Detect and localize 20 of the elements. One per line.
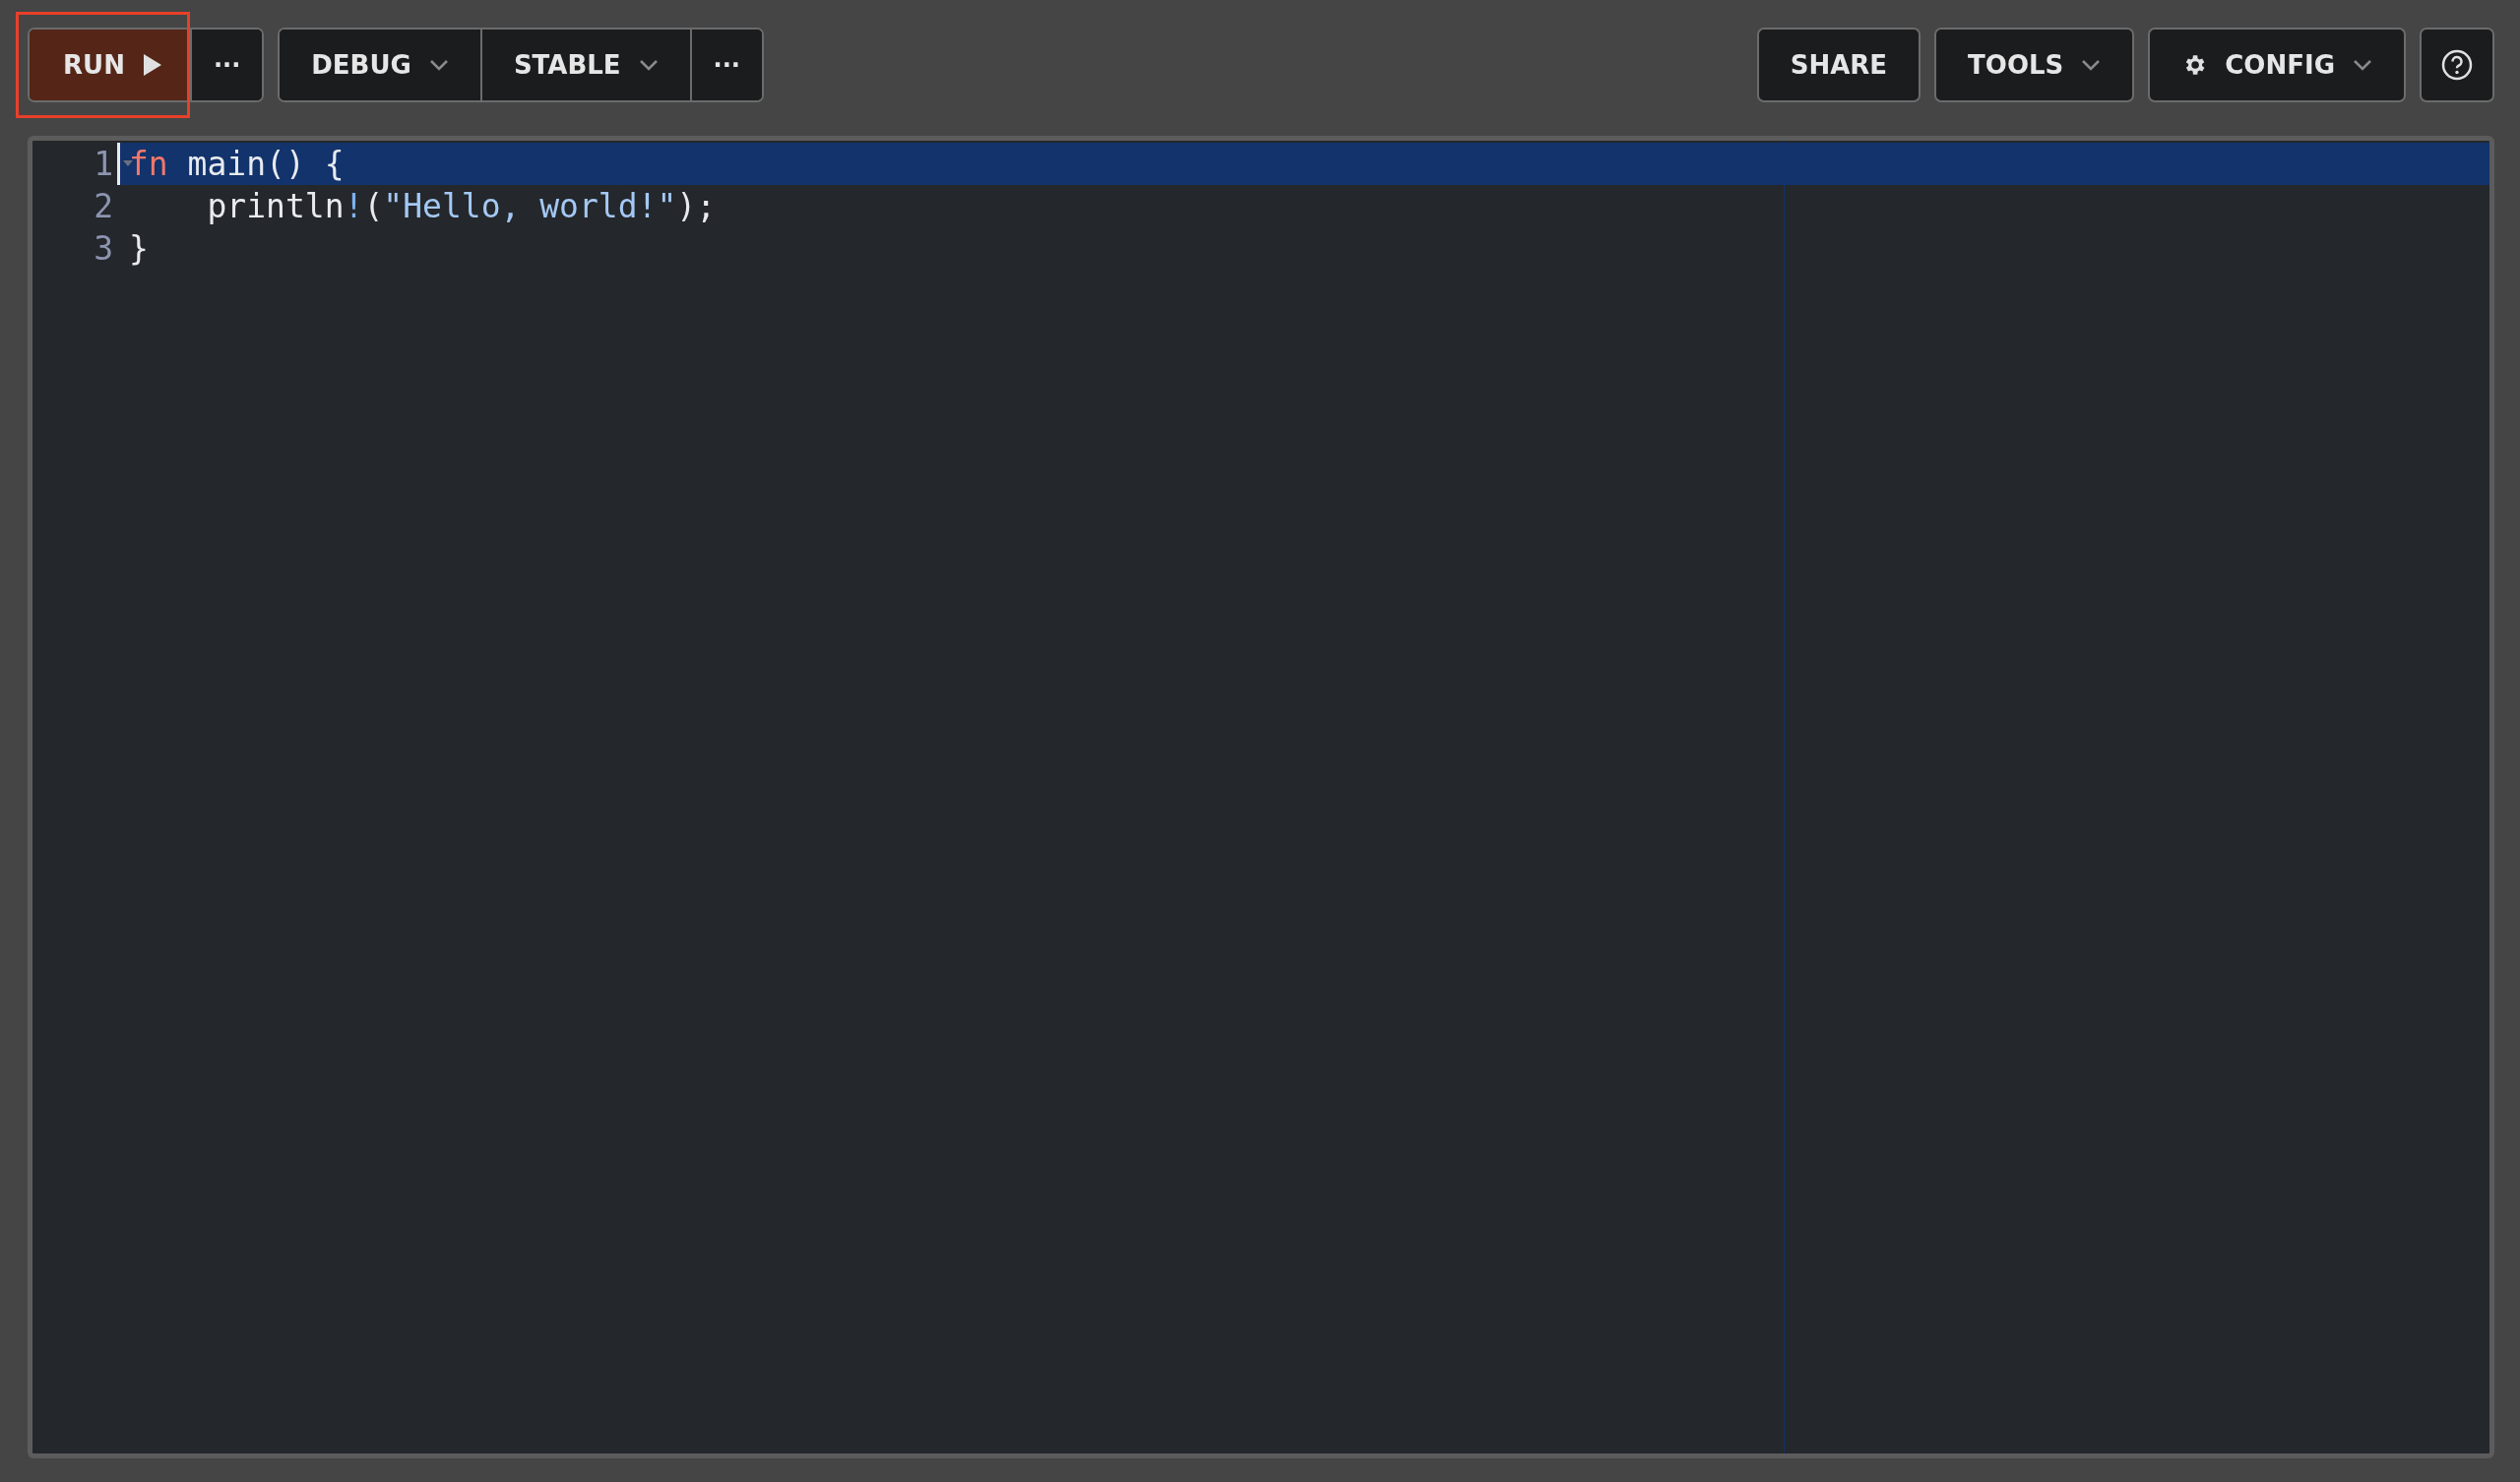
play-icon: [142, 53, 162, 77]
chevron-down-icon: [638, 59, 659, 71]
code-line: }: [128, 228, 150, 270]
more-button[interactable]: ···: [189, 30, 263, 100]
dropdown-button[interactable]: TOOLS: [1934, 28, 2135, 102]
code-line: println!("Hello, world!");: [206, 186, 718, 227]
chevron-down-icon: [2081, 59, 2102, 71]
help-button[interactable]: [2420, 28, 2494, 102]
fold-arrow-icon: [123, 160, 133, 166]
line-number: 3: [94, 228, 113, 270]
share-button[interactable]: SHARE: [1756, 28, 1922, 102]
run-button[interactable]: RUN: [30, 30, 190, 100]
chevron-down-icon: [428, 59, 449, 71]
chevron-down-icon: [2353, 59, 2372, 71]
more-button[interactable]: ···: [689, 30, 762, 100]
code-editor[interactable]: 1 fn main() { 2 println!("Hello, world!"); 3 }: [28, 136, 2494, 1458]
config-button[interactable]: CONFIG: [2148, 28, 2406, 102]
help-icon: [2441, 49, 2473, 81]
line-number: 1: [94, 144, 113, 185]
line-number: 2: [94, 186, 113, 227]
